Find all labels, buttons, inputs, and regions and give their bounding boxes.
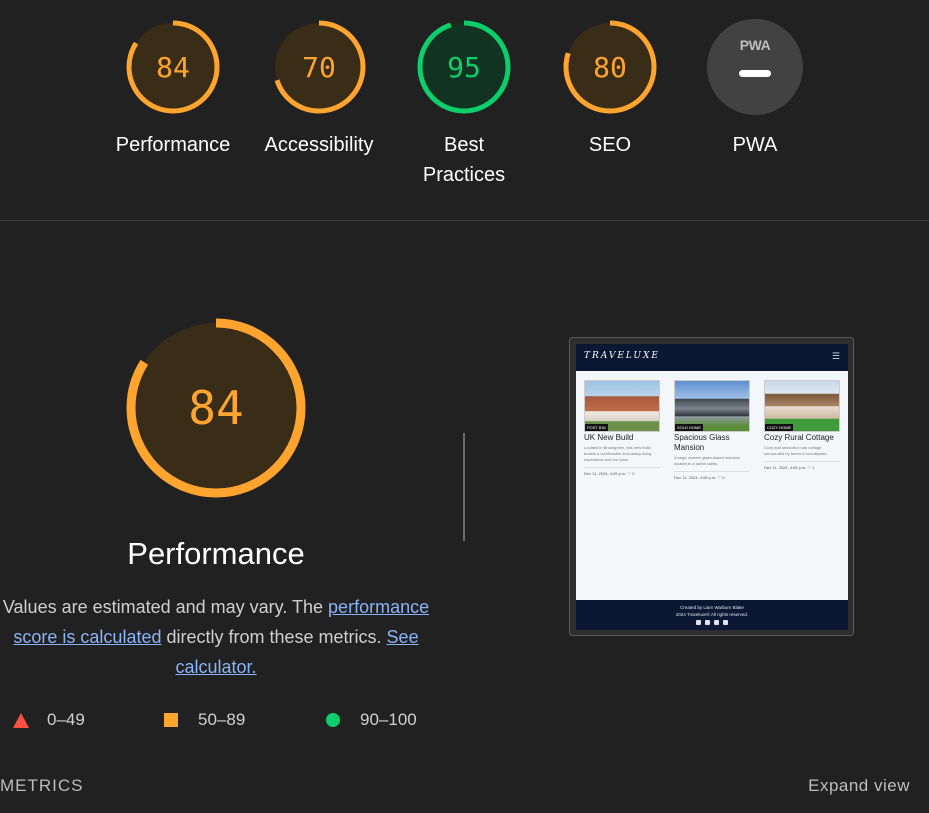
gauge-label-best-practices: Best Practices xyxy=(389,130,539,190)
gauge-label-line: Best xyxy=(443,134,485,156)
legend-label: 50–89 xyxy=(198,710,246,729)
gauge-best-practices[interactable]: 95 xyxy=(416,19,512,115)
twitter-icon xyxy=(705,620,710,625)
gauge-label-accessibility: Accessibility xyxy=(264,134,374,156)
screenshot-page: TRAVELUXE ☰ POST BIN UK New Build Locate… xyxy=(576,344,848,630)
metrics-heading: METRICS xyxy=(0,776,84,795)
screenshot-card: POST BIN UK New Build Located in Brookgr… xyxy=(584,380,660,476)
card-meta: Dec 11, 2024, 4:05 p.m. ♡ 1 xyxy=(764,461,840,470)
legend-fail: 0–49 xyxy=(13,708,85,732)
facebook-icon xyxy=(696,620,701,625)
hamburger-icon: ☰ xyxy=(831,351,840,361)
card-text: Located in Brookgreen, this new build bo… xyxy=(584,445,652,462)
pwa-badge-text: PWA xyxy=(739,37,771,53)
footer-line: Created by Liam Warburn Blake xyxy=(680,605,744,610)
gauge-score: 80 xyxy=(593,50,627,84)
card-title: UK New Build xyxy=(584,433,634,442)
house-image: POST BIN xyxy=(584,380,660,432)
gauge-accessibility[interactable]: 70 xyxy=(271,19,367,115)
youtube-icon xyxy=(723,620,728,625)
gauge-label-line: Practices xyxy=(422,164,506,186)
gauge-score: 95 xyxy=(447,50,481,84)
section-divider xyxy=(0,220,929,221)
screenshot-logo: TRAVELUXE xyxy=(584,351,660,361)
gauge-label-seo: SEO xyxy=(588,134,632,156)
performance-score: 84 xyxy=(188,381,244,435)
screenshot-navbar: TRAVELUXE ☰ xyxy=(576,344,848,371)
footer-line: 2024 Traveluxe© All rights reserved. xyxy=(675,612,749,617)
legend-label: 90–100 xyxy=(360,710,417,729)
gauge-label-performance: Performance xyxy=(115,134,231,156)
card-text: A large modern glass-based mansion locat… xyxy=(674,455,741,466)
square-icon xyxy=(164,713,178,727)
vertical-divider xyxy=(463,433,465,541)
legend-average: 50–89 xyxy=(164,708,245,732)
legend-pass: 90–100 xyxy=(326,708,417,732)
performance-gauge-large: 84 xyxy=(126,318,306,498)
instagram-icon xyxy=(714,620,719,625)
card-tag: COZY HOME xyxy=(765,424,794,431)
house-image: SOLD HOME xyxy=(674,380,750,432)
performance-description: Values are estimated and may vary. The p… xyxy=(0,592,432,682)
screenshot-card: COZY HOME Cozy Rural Cottage Cozy and se… xyxy=(764,380,840,470)
pwa-icon xyxy=(707,19,803,115)
card-title: Cozy Rural Cottage xyxy=(764,433,834,442)
gauge-label-pwa: PWA xyxy=(732,134,778,156)
house-image: COZY HOME xyxy=(764,380,840,432)
card-meta: Dec 11, 2024, 4:08 p.m. ♡ 0 xyxy=(674,471,750,480)
expand-view-button[interactable]: Expand view xyxy=(808,776,910,796)
gauge-seo[interactable]: 80 xyxy=(562,19,658,115)
screenshot-card: SOLD HOME Spacious Glass Mansion A large… xyxy=(674,380,750,480)
final-screenshot[interactable]: TRAVELUXE ☰ POST BIN UK New Build Locate… xyxy=(569,337,854,636)
legend-label: 0–49 xyxy=(47,710,85,729)
card-tag: SOLD HOME xyxy=(675,424,704,431)
gauge-score: 84 xyxy=(156,50,190,84)
card-meta: Dec 11, 2024, 4:05 p.m. ♡ 2 xyxy=(584,467,660,476)
desc-text: Values are estimated and may vary. The xyxy=(2,597,329,617)
performance-title: Performance xyxy=(127,536,305,571)
card-text: Cozy and secluded rural cottage surround… xyxy=(764,445,828,456)
card-tag: POST BIN xyxy=(585,424,608,431)
gauge-performance[interactable]: 84 xyxy=(125,19,221,115)
social-icons xyxy=(576,620,848,625)
screenshot-footer: Created by Liam Warburn Blake 2024 Trave… xyxy=(576,600,848,630)
desc-text: directly from these metrics. xyxy=(161,627,387,647)
gauge-pwa[interactable]: PWA xyxy=(707,19,803,115)
gauge-score: 70 xyxy=(302,50,336,84)
circle-icon xyxy=(326,713,340,727)
triangle-icon xyxy=(13,712,29,728)
card-title: Spacious Glass Mansion xyxy=(674,433,730,452)
